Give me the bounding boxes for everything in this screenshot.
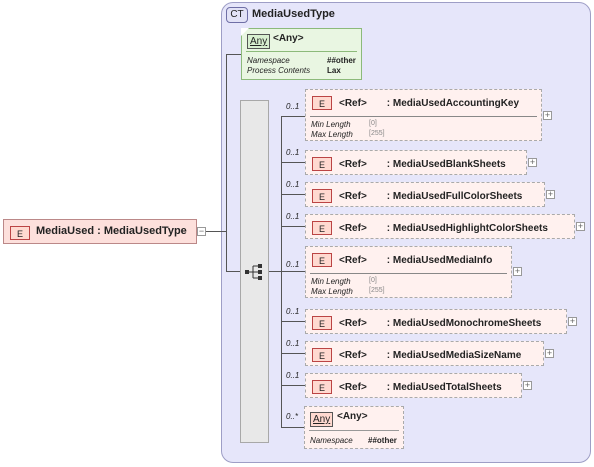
element-badge: E <box>312 221 332 235</box>
property-key: Namespace <box>247 56 290 65</box>
expand-icon[interactable]: + <box>543 111 552 120</box>
corner-notch <box>241 28 249 36</box>
root-element-label: MediaUsed : MediaUsedType <box>36 225 187 237</box>
connector-line <box>281 162 305 163</box>
connector-line <box>226 271 240 272</box>
occurrence-label: 0..1 <box>286 212 300 221</box>
connector-line <box>281 271 305 272</box>
expand-icon[interactable]: + <box>523 381 532 390</box>
element-name: : MediaUsedMediaSizeName <box>386 349 522 361</box>
ref-label: <Ref> <box>339 254 367 266</box>
occurrence-label: 0..1 <box>286 148 300 157</box>
connector-line <box>226 54 241 55</box>
ref-label: <Ref> <box>339 317 367 329</box>
ref-label: <Ref> <box>339 158 367 170</box>
element-badge: E <box>10 226 30 240</box>
property-key: Process Contents <box>247 66 311 75</box>
connector-line <box>281 116 305 117</box>
any-element-box[interactable]: Any <Any> Namespace ##other <box>304 406 404 449</box>
connector-line <box>281 321 305 322</box>
connector-line <box>281 353 305 354</box>
any-label: <Any> <box>337 411 368 422</box>
ref-label: <Ref> <box>339 97 367 109</box>
expand-icon[interactable]: + <box>568 317 577 326</box>
expand-icon[interactable]: + <box>546 190 555 199</box>
property-value: ##other <box>368 436 397 445</box>
expand-icon[interactable]: + <box>576 222 585 231</box>
property-value: [255] <box>369 130 385 137</box>
property-value: [0] <box>369 277 377 284</box>
separator <box>309 430 399 431</box>
element-name: : MediaUsedMonochromeSheets <box>386 317 542 329</box>
element-mediausedhighlightcolorsheets[interactable]: E <Ref> : MediaUsedHighlightColorSheets <box>305 214 575 239</box>
ref-label: <Ref> <box>339 190 367 202</box>
element-mediausedmediainfo[interactable]: E <Ref> : MediaUsedMediaInfo Min Length [0… <box>305 246 512 298</box>
separator <box>246 51 357 52</box>
occurrence-label: 0..1 <box>286 180 300 189</box>
connector-line <box>281 385 305 386</box>
connector-line <box>281 427 304 428</box>
ref-label: <Ref> <box>339 349 367 361</box>
element-mediausedfullcolorsheets[interactable]: E <Ref> : MediaUsedFullColorSheets <box>305 182 545 207</box>
element-name: : MediaUsedFullColorSheets <box>386 190 523 202</box>
property-value: Lax <box>327 66 341 75</box>
sequence-icon <box>245 264 262 280</box>
any-attribute-box[interactable]: Any <Any> Namespace ##other Process Cont… <box>241 28 362 80</box>
element-badge: E <box>312 316 332 330</box>
connector-vertical <box>226 54 227 271</box>
connector-line <box>281 194 305 195</box>
complex-type-title: MediaUsedType <box>252 8 335 20</box>
element-badge: E <box>312 189 332 203</box>
property-key: Max Length <box>311 130 353 139</box>
any-label: <Any> <box>273 33 304 44</box>
element-mediausedtotalsheets[interactable]: E <Ref> : MediaUsedTotalSheets <box>305 373 522 398</box>
connector-line <box>269 271 281 272</box>
property-value: [255] <box>369 287 385 294</box>
property-key: Max Length <box>311 287 353 296</box>
ref-label: <Ref> <box>339 222 367 234</box>
separator <box>310 273 507 274</box>
element-name: : MediaUsedBlankSheets <box>386 158 506 170</box>
connector-line <box>281 226 305 227</box>
any-badge: Any <box>247 34 271 49</box>
expand-icon[interactable]: + <box>545 349 554 358</box>
occurrence-label: 0..1 <box>286 102 300 111</box>
property-key: Namespace <box>310 436 353 445</box>
element-badge: E <box>312 96 332 110</box>
root-element-mediaused[interactable]: E MediaUsed : MediaUsedType <box>3 219 197 244</box>
element-badge: E <box>312 157 332 171</box>
element-name: : MediaUsedAccountingKey <box>386 97 520 109</box>
element-badge: E <box>312 348 332 362</box>
element-mediausedmediasizename[interactable]: E <Ref> : MediaUsedMediaSizeName <box>305 341 544 366</box>
element-name: : MediaUsedTotalSheets <box>386 381 502 393</box>
complex-type-badge: CT <box>226 7 248 23</box>
element-mediausedblanksheets[interactable]: E <Ref> : MediaUsedBlankSheets <box>305 150 527 175</box>
ref-label: <Ref> <box>339 381 367 393</box>
element-mediausedaccountingkey[interactable]: E <Ref> : MediaUsedAccountingKey Min Lengt… <box>305 89 542 141</box>
collapse-icon[interactable]: − <box>197 227 206 236</box>
property-value: [0] <box>369 120 377 127</box>
property-key: Min Length <box>311 120 351 129</box>
property-value: ##other <box>327 56 356 65</box>
expand-icon[interactable]: + <box>528 158 537 167</box>
occurrence-label: 0..1 <box>286 339 300 348</box>
element-name: : MediaUsedHighlightColorSheets <box>386 222 548 234</box>
occurrence-label: 0..* <box>286 412 299 421</box>
property-key: Min Length <box>311 277 351 286</box>
any-badge: Any <box>310 412 334 427</box>
connector-line <box>206 231 221 232</box>
occurrence-label: 0..1 <box>286 307 300 316</box>
element-badge: E <box>312 380 332 394</box>
occurrence-label: 0..1 <box>286 371 300 380</box>
occurrence-label: 0..1 <box>286 260 300 269</box>
expand-icon[interactable]: + <box>513 267 522 276</box>
element-badge: E <box>312 253 332 267</box>
element-name: : MediaUsedMediaInfo <box>386 254 493 266</box>
separator <box>310 116 537 117</box>
element-mediausedmonochromesheets[interactable]: E <Ref> : MediaUsedMonochromeSheets <box>305 309 567 334</box>
